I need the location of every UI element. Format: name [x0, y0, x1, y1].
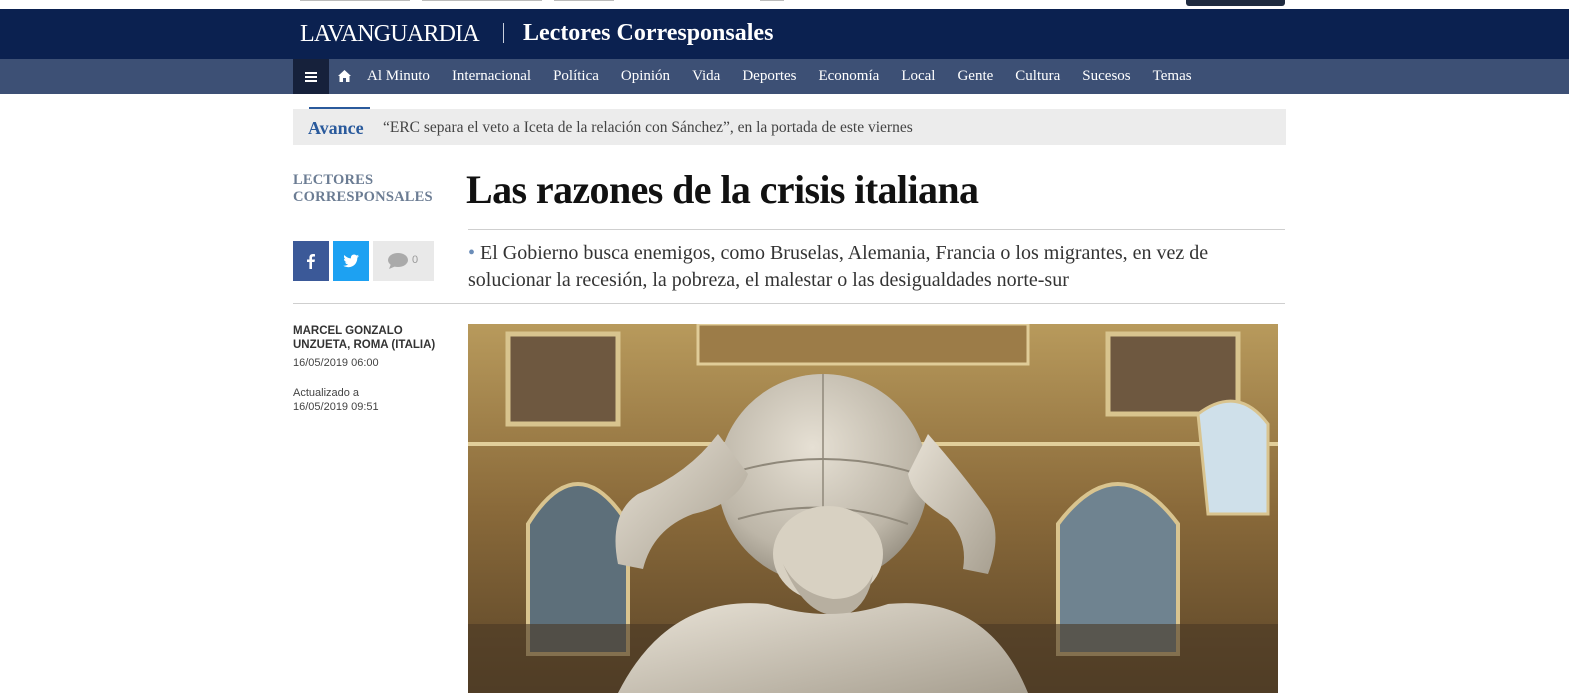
nav-item-deportes[interactable]: Deportes [742, 68, 796, 85]
home-icon[interactable] [330, 59, 359, 94]
subtitle-bullet: • [468, 242, 481, 264]
atlas-statue-photo [468, 324, 1278, 693]
masthead: LAVANGUARDIA Lectores Corresponsales [0, 9, 1569, 59]
article-subtitle: • El Gobierno busca enemigos, como Bruse… [468, 240, 1278, 294]
nav-item-gente[interactable]: Gente [957, 68, 993, 85]
comment-icon [388, 253, 408, 269]
nav-item-sucesos[interactable]: Sucesos [1082, 68, 1130, 85]
avance-accent-line [309, 107, 370, 109]
twitter-share-button[interactable] [333, 241, 369, 281]
facebook-share-button[interactable] [293, 241, 329, 281]
nav-item-internacional[interactable]: Internacional [452, 68, 531, 85]
nav-item-opinion[interactable]: Opinión [621, 68, 670, 85]
article-kicker[interactable]: LECTORES CORRESPONSALES [293, 172, 458, 206]
site-logo[interactable]: LAVANGUARDIA [300, 21, 480, 48]
article-main-image[interactable] [468, 324, 1278, 693]
top-link-cutoff [760, 0, 784, 1]
headline-divider [468, 229, 1285, 230]
nav-item-local[interactable]: Local [901, 68, 935, 85]
kicker-line-1: LECTORES [293, 172, 374, 188]
breaking-news-bar: Avance “ERC separa el veto a Iceta de la… [293, 107, 1286, 145]
updated-date: 16/05/2019 09:51 [293, 401, 379, 413]
hamburger-icon[interactable] [293, 59, 329, 94]
comment-count: 0 [412, 254, 419, 266]
nav-items: Al Minuto Internacional Política Opinión… [367, 59, 1192, 94]
subtitle-text: El Gobierno busca enemigos, como Brusela… [468, 242, 1209, 291]
subtitle-divider [293, 303, 1285, 304]
nav-item-temas[interactable]: Temas [1153, 68, 1192, 85]
article-headline: Las razones de la crisis italiana [466, 167, 979, 212]
nav-item-economia[interactable]: Economía [818, 68, 879, 85]
nav-item-politica[interactable]: Política [553, 68, 599, 85]
avance-label: Avance [308, 118, 364, 138]
avance-headline-link[interactable]: “ERC separa el veto a Iceta de la relaci… [383, 119, 913, 137]
logo-divider [503, 23, 504, 43]
top-button-cutoff[interactable] [1186, 0, 1285, 6]
updated-info: Actualizado a 16/05/2019 09:51 [293, 386, 379, 414]
comments-button[interactable]: 0 [373, 241, 434, 281]
main-nav: Al Minuto Internacional Política Opinión… [0, 59, 1569, 94]
publish-date: 16/05/2019 06:00 [293, 357, 379, 369]
nav-item-vida[interactable]: Vida [692, 68, 720, 85]
kicker-line-2: CORRESPONSALES [293, 189, 433, 205]
twitter-icon [343, 254, 359, 268]
top-links-cutoff [300, 0, 680, 2]
article-author[interactable]: Marcel Gonzalo Unzueta, Roma (Italia) [293, 324, 453, 352]
nav-item-al-minuto[interactable]: Al Minuto [367, 68, 430, 85]
top-strip [0, 0, 1569, 9]
facebook-icon [307, 254, 315, 269]
updated-label: Actualizado a [293, 387, 360, 399]
nav-item-cultura[interactable]: Cultura [1015, 68, 1060, 85]
section-title[interactable]: Lectores Corresponsales [523, 20, 773, 47]
